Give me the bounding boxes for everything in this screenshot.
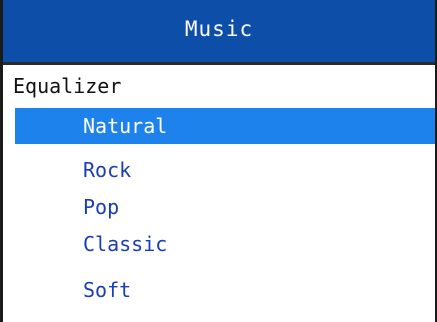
option-label: Pop xyxy=(83,195,120,219)
equalizer-header: Equalizer xyxy=(13,74,122,98)
equalizer-option-natural[interactable]: Natural xyxy=(15,108,435,144)
option-label: Natural xyxy=(83,114,168,138)
window-title: Music xyxy=(184,17,254,41)
title-bar: Music xyxy=(3,0,435,65)
equalizer-option-pop[interactable]: Pop xyxy=(3,189,435,225)
equalizer-option-classic[interactable]: Classic xyxy=(3,226,435,262)
equalizer-option-rock[interactable]: Rock xyxy=(3,152,435,188)
option-label: Rock xyxy=(83,158,132,182)
equalizer-option-soft[interactable]: Soft xyxy=(3,272,435,308)
option-label: Soft xyxy=(83,278,132,302)
option-label: Classic xyxy=(83,232,168,256)
music-window: Music Equalizer Natural Rock Pop Classic… xyxy=(0,0,437,322)
